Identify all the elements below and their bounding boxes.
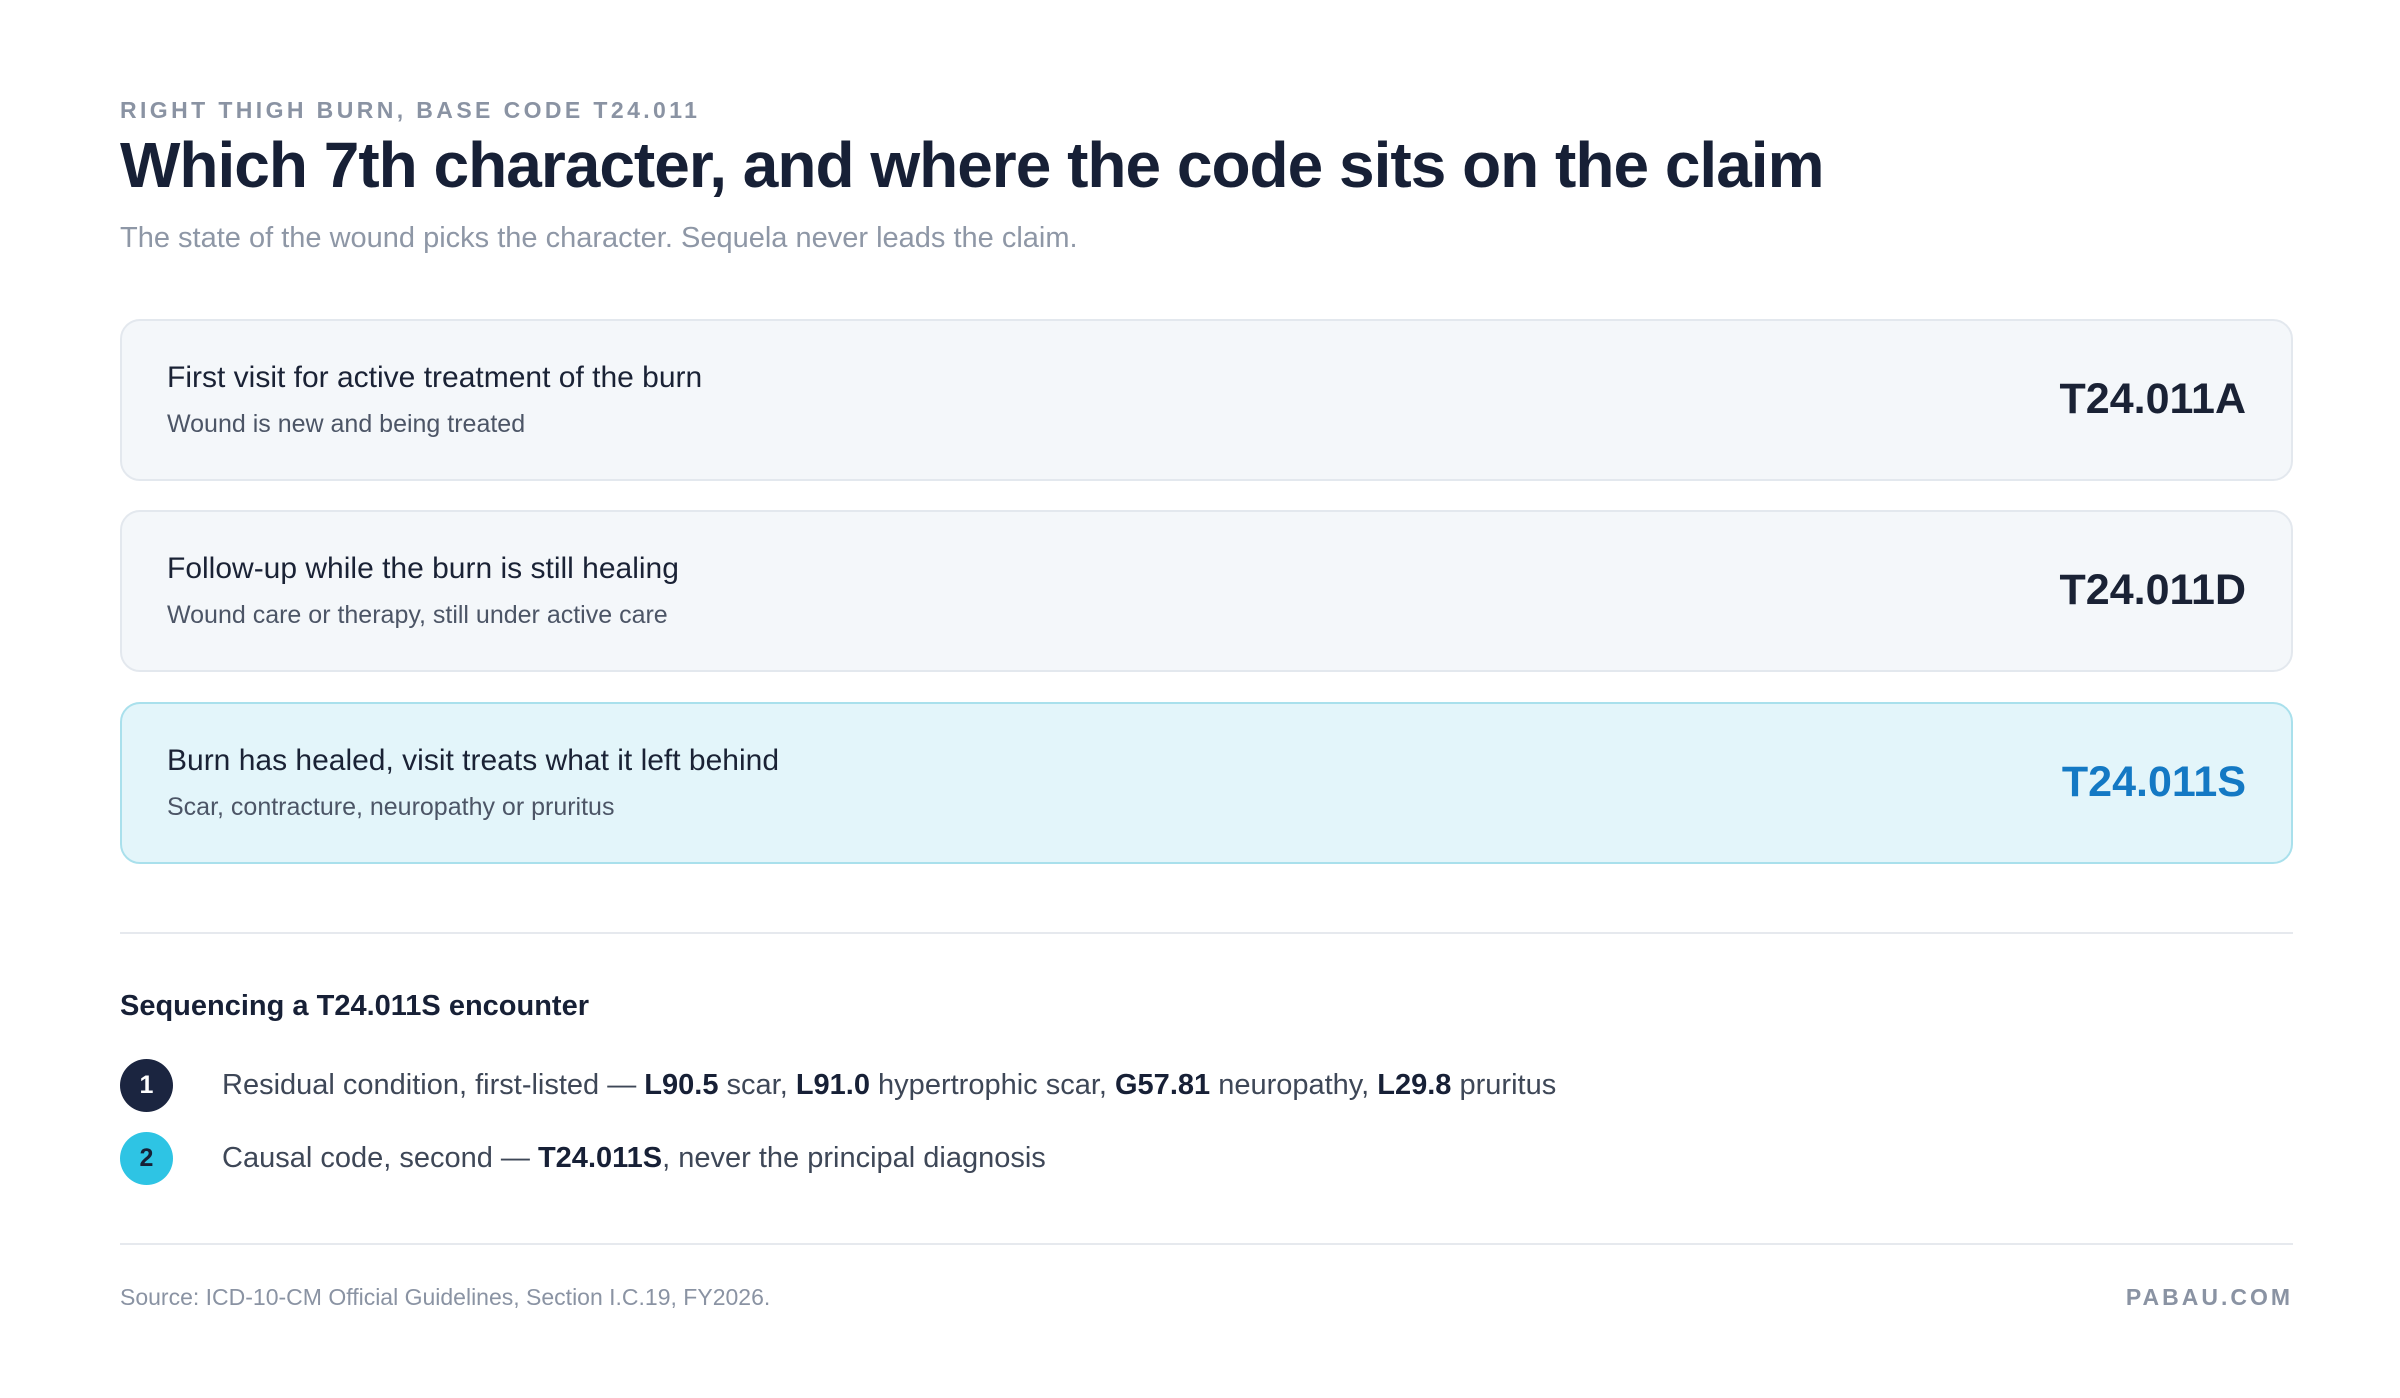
sequencing-step-2: 2 Causal code, second — T24.011S, never … <box>120 1131 1046 1185</box>
page-subtitle: The state of the wound picks the charact… <box>120 222 1078 254</box>
footer-divider <box>120 1243 2293 1245</box>
page-title: Which 7th character, and where the code … <box>120 129 1824 201</box>
source-note: Source: ICD-10-CM Official Guidelines, S… <box>120 1284 771 1310</box>
card-code: T24.011A <box>2059 375 2246 423</box>
card-code: T24.011D <box>2059 566 2246 614</box>
step-text: Residual condition, first-listed — L90.5… <box>222 1068 1557 1101</box>
step-text: Causal code, second — T24.011S, never th… <box>222 1141 1046 1174</box>
section-divider <box>120 932 2293 934</box>
card-title: Follow-up while the burn is still healin… <box>167 552 679 585</box>
sequencing-heading: Sequencing a T24.011S encounter <box>120 990 589 1022</box>
code-card-initial-encounter: First visit for active treatment of the … <box>120 319 2293 481</box>
eyebrow-label: RIGHT THIGH BURN, BASE CODE T24.011 <box>120 97 701 123</box>
card-title: First visit for active treatment of the … <box>167 361 703 394</box>
card-title: Burn has healed, visit treats what it le… <box>167 744 780 777</box>
step-number-badge: 1 <box>120 1058 173 1112</box>
sequencing-step-1: 1 Residual condition, first-listed — L90… <box>120 1058 1556 1112</box>
code-card-sequela: Burn has healed, visit treats what it le… <box>120 702 2293 864</box>
brand-label: PABAU.COM <box>2125 1284 2293 1310</box>
card-description: Wound care or therapy, still under activ… <box>167 601 668 629</box>
card-description: Wound is new and being treated <box>167 410 526 438</box>
page: RIGHT THIGH BURN, BASE CODE T24.011 Whic… <box>0 0 2400 1398</box>
code-card-subsequent-encounter: Follow-up while the burn is still healin… <box>120 510 2293 672</box>
step-number-badge: 2 <box>120 1131 173 1185</box>
card-code: T24.011S <box>2061 758 2246 806</box>
card-description: Scar, contracture, neuropathy or pruritu… <box>167 793 615 821</box>
